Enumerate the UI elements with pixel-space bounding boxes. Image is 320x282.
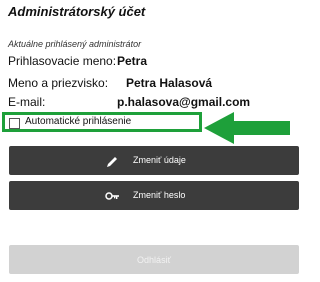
email-row: E-mail: p.halasova@gmail.com [8, 95, 250, 109]
arrow-left-icon [204, 112, 290, 144]
auto-login-label[interactable]: Automatické prihlásenie [25, 116, 131, 127]
username-label: Prihlasovacie meno: [8, 54, 117, 68]
email-value: p.halasova@gmail.com [117, 95, 251, 109]
username-value: Petra [117, 54, 148, 68]
fullname-value: Petra Halasová [126, 76, 213, 90]
username-row: Prihlasovacie meno: Petra [8, 54, 147, 68]
key-icon [105, 192, 119, 200]
email-label: E-mail: [8, 95, 46, 109]
fullname-row: Meno a priezvisko: Petra Halasová [8, 76, 212, 90]
change-password-label: Zmeniť heslo [133, 190, 186, 200]
edit-details-label: Zmeniť údaje [133, 155, 186, 165]
change-password-button[interactable]: Zmeniť heslo [9, 181, 299, 210]
account-subtitle: Aktuálne prihlásený administrátor [8, 39, 142, 49]
edit-details-button[interactable]: Zmeniť údaje [9, 146, 299, 175]
logout-button[interactable]: Odhlásiť [9, 245, 299, 274]
auto-login-checkbox[interactable] [9, 118, 20, 129]
auto-login-highlight[interactable]: Automatické prihlásenie [2, 112, 202, 132]
account-title: Administrátorský účet [8, 4, 146, 19]
pencil-icon [107, 157, 117, 167]
fullname-label: Meno a priezvisko: [8, 76, 109, 90]
logout-label: Odhlásiť [137, 254, 171, 265]
